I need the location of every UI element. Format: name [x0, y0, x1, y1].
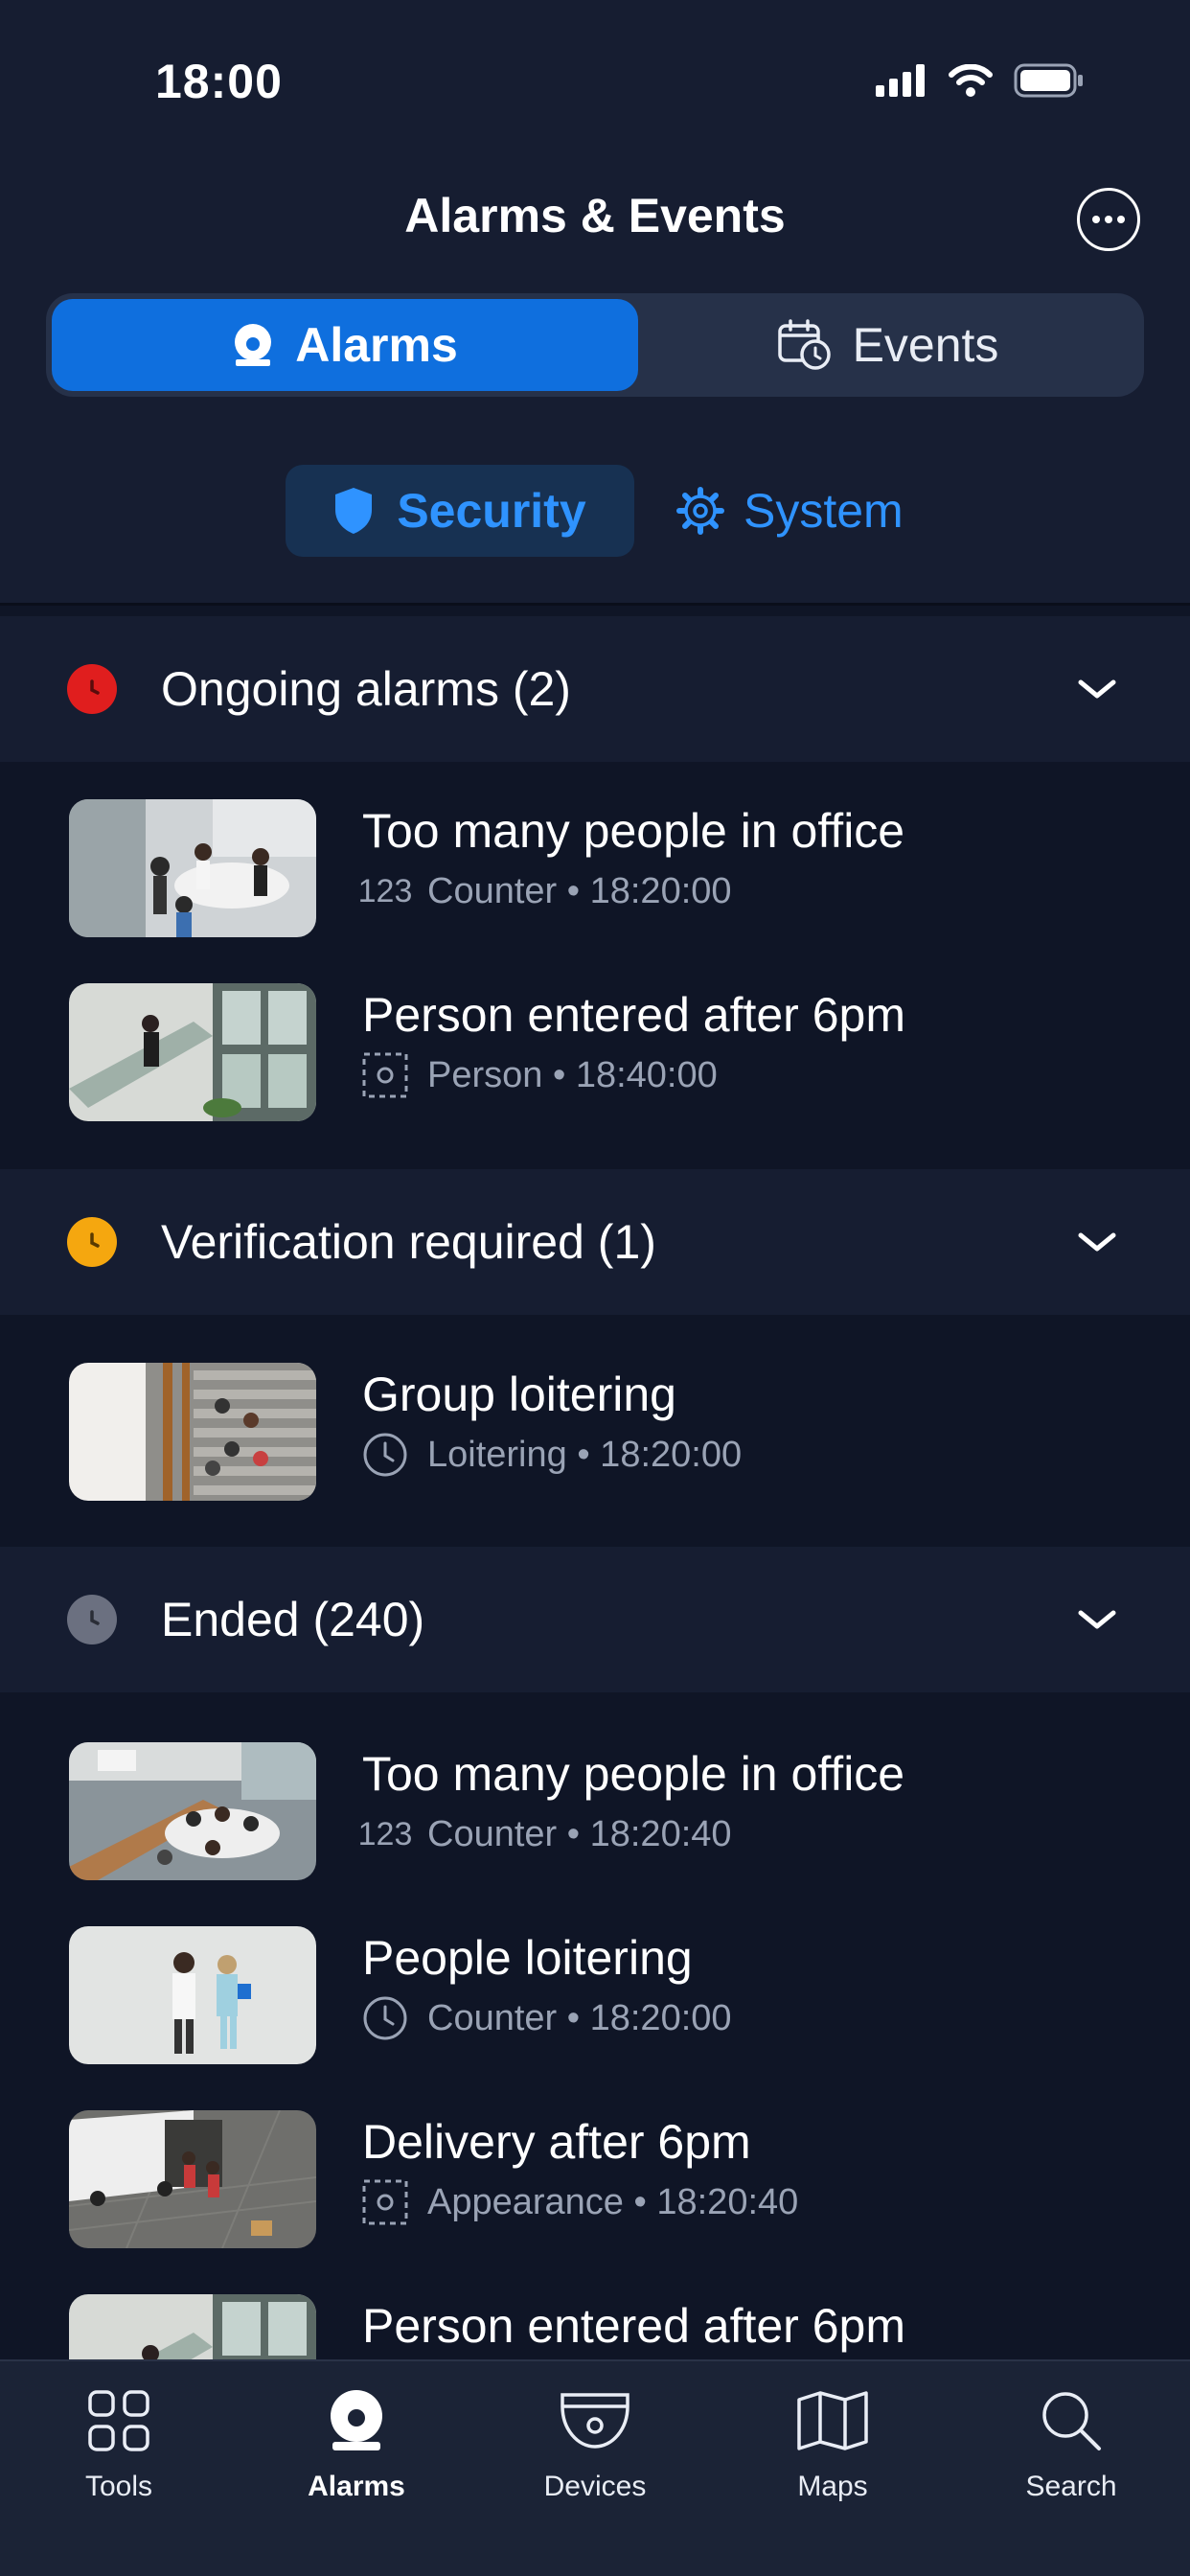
segment-events[interactable]: Events — [638, 299, 1138, 391]
page-title: Alarms & Events — [404, 189, 786, 242]
list-item[interactable]: Too many people in office 123 Counter • … — [0, 778, 1190, 962]
wifi-icon — [949, 64, 993, 97]
verification-status-dot — [67, 1217, 117, 1267]
alarm-meta-text: Counter • 18:20:00 — [427, 1997, 732, 2038]
alarm-title: Delivery after 6pm — [362, 2115, 751, 2169]
alarm-thumbnail — [69, 1363, 316, 1501]
category-system-button[interactable]: System — [676, 465, 904, 557]
section-title-verification: Verification required (1) — [161, 1215, 656, 1269]
alarm-title: Too many people in office — [362, 1747, 905, 1801]
ellipsis-icon — [1092, 216, 1125, 223]
alarms-events-segmented-control: Alarms Events — [46, 293, 1144, 397]
alarm-meta: Counter • 18:20:00 — [362, 1995, 732, 2041]
tab-maps-label: Maps — [797, 2471, 868, 2502]
alarm-thumbnail — [69, 1926, 316, 2064]
shield-icon — [335, 488, 373, 534]
section-header-verification[interactable]: Verification required (1) — [0, 1169, 1190, 1315]
calendar-clock-icon — [777, 319, 831, 370]
list-item[interactable]: Too many people in office 123 Counter • … — [0, 1721, 1190, 1905]
alarm-meta-text: Appearance • 18:20:40 — [427, 2181, 799, 2222]
section-header-ended[interactable]: Ended (240) — [0, 1547, 1190, 1692]
alarm-thumbnail — [69, 799, 316, 937]
alarm-meta: Loitering • 18:20:00 — [362, 1432, 742, 1478]
alarm-thumbnail — [69, 2110, 316, 2248]
gear-icon — [676, 487, 724, 535]
segment-alarms-label: Alarms — [295, 318, 458, 372]
list-item[interactable]: Person entered after 6pm Person • 18:40:… — [0, 962, 1190, 1146]
alarm-title: Person entered after 6pm — [362, 2299, 905, 2353]
tab-devices-label: Devices — [543, 2471, 647, 2502]
tab-devices[interactable]: Devices — [499, 2382, 691, 2503]
clock-icon — [363, 1433, 407, 1477]
alarm-thumbnail — [69, 1742, 316, 1880]
tab-search-label: Search — [1025, 2471, 1117, 2502]
alarm-meta-text: Counter • 18:20:00 — [427, 870, 732, 911]
more-options-button[interactable] — [1077, 188, 1140, 251]
tab-alarms-label: Alarms — [308, 2471, 405, 2502]
alarm-bell-icon — [318, 2382, 395, 2459]
list-item[interactable]: People loitering Counter • 18:20:00 — [0, 1905, 1190, 2089]
map-icon — [794, 2382, 871, 2459]
alarm-meta: Appearance • 18:20:40 — [362, 2179, 798, 2225]
chevron-down-icon[interactable] — [1077, 678, 1117, 701]
counter-123-icon: 123 — [357, 1815, 413, 1852]
header: 18:00 Alarms & Events Alarms Events Secu… — [0, 0, 1190, 606]
alarm-meta: 123 Counter • 18:20:40 — [357, 1811, 732, 1857]
alarm-meta: 123 Counter • 18:20:00 — [357, 868, 732, 914]
section-header-ongoing[interactable]: Ongoing alarms (2) — [0, 616, 1190, 762]
section-title-ended: Ended (240) — [161, 1593, 425, 1646]
alarm-thumbnail — [69, 983, 316, 1121]
alarm-title: Group loitering — [362, 1368, 676, 1421]
cellular-signal-icon — [876, 64, 925, 97]
battery-icon — [1014, 63, 1083, 98]
category-security-button[interactable]: Security — [286, 465, 634, 557]
section-title-ongoing: Ongoing alarms (2) — [161, 662, 571, 716]
clock-icon — [90, 679, 100, 695]
ongoing-status-dot — [67, 664, 117, 714]
ended-status-dot — [67, 1595, 117, 1644]
alarm-title: Person entered after 6pm — [362, 988, 905, 1042]
clock-icon — [363, 1996, 407, 2040]
category-system-label: System — [744, 484, 904, 538]
tab-maps[interactable]: Maps — [737, 2382, 928, 2503]
alarm-title: People loitering — [362, 1931, 693, 1985]
clock-icon — [90, 1232, 100, 1248]
alarm-meta: Person • 18:40:00 — [362, 1052, 718, 1098]
search-icon — [1033, 2382, 1110, 2459]
tab-alarms[interactable]: Alarms — [261, 2382, 452, 2503]
alarm-meta-text: Counter • 18:20:40 — [427, 1813, 732, 1854]
counter-123-icon: 123 — [357, 872, 413, 909]
category-security-label: Security — [397, 484, 586, 538]
chevron-down-icon[interactable] — [1077, 1230, 1117, 1254]
clock-icon — [90, 1610, 100, 1625]
list-item[interactable]: Delivery after 6pm Appearance • 18:20:40 — [0, 2089, 1190, 2273]
list-item[interactable]: Group loitering Loitering • 18:20:00 — [0, 1342, 1190, 1526]
chevron-down-icon[interactable] — [1077, 1608, 1117, 1631]
alarm-meta-text: Person • 18:40:00 — [427, 1054, 718, 1095]
bottom-tab-bar: Tools Alarms Devices Maps Search — [0, 2359, 1190, 2576]
dome-camera-icon — [557, 2382, 633, 2459]
status-time: 18:00 — [155, 55, 283, 108]
alarm-meta-text: Loitering • 18:20:00 — [427, 1434, 743, 1475]
tab-search[interactable]: Search — [975, 2382, 1167, 2503]
tab-tools-label: Tools — [84, 2471, 153, 2502]
tab-tools[interactable]: Tools — [23, 2382, 215, 2503]
appearance-icon — [362, 2179, 408, 2225]
segment-events-label: Events — [852, 318, 999, 372]
alarm-bell-icon — [235, 324, 272, 366]
segment-alarms[interactable]: Alarms — [52, 299, 638, 391]
person-detect-icon — [362, 1052, 408, 1098]
alarm-title: Too many people in office — [362, 804, 905, 858]
grid-icon — [80, 2382, 157, 2459]
status-icons — [876, 63, 1085, 98]
